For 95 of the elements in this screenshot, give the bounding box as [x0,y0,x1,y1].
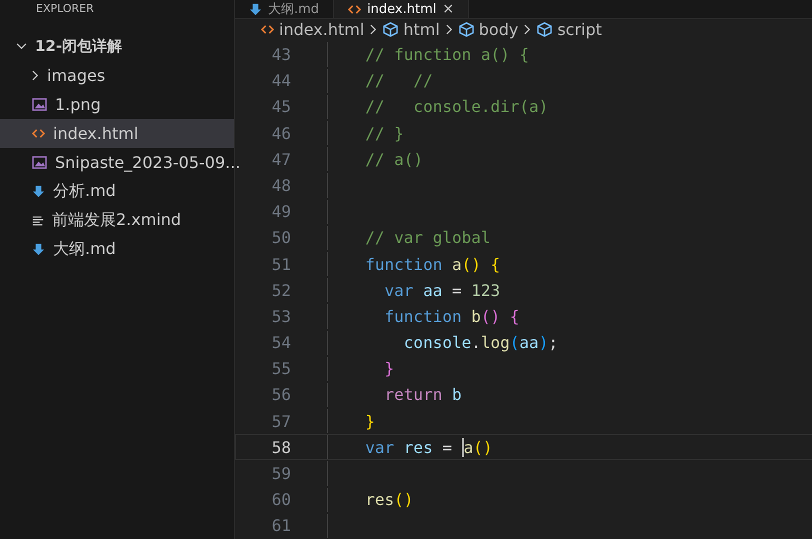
line-number: 55 [270,359,292,378]
file-item[interactable]: 大纲.md [0,235,234,264]
chevron-right-icon [370,24,378,35]
download-arrow-icon [32,243,45,256]
download-arrow-icon [32,185,45,198]
cube-icon [383,22,398,37]
line-number: 49 [270,202,292,222]
code-bracket: ( [510,333,520,352]
code-function-name: res [364,490,394,510]
line-number: 50 [270,228,292,248]
code-punctuation: ; [548,333,558,352]
code-comment: // var global [364,228,490,248]
html-brackets-icon [261,24,274,35]
code-comment: // console.dir(a) [364,97,548,116]
code-function-name: a [452,254,462,274]
line-number: 53 [270,306,292,326]
chevron-right-icon [524,24,532,35]
line-number: 60 [270,490,292,510]
code-punctuation: . [471,333,481,352]
file-item[interactable]: index.html [0,119,234,148]
line-number: 51 [270,254,292,274]
code-bracket: () { [480,306,520,326]
html-brackets-icon [32,128,45,139]
cube-icon [537,22,552,37]
tab-label: index.html [367,2,436,16]
code-variable: aa [423,280,442,300]
code-variable: aa [519,333,539,352]
line-number: 46 [270,124,292,143]
line-number: 44 [270,71,292,90]
folder-item[interactable]: images [0,61,234,90]
image-file-icon [32,156,47,169]
item-label: images [47,66,106,85]
code-keyword: function [384,306,463,326]
line-number: 52 [270,280,292,300]
code-keyword: var [364,438,396,457]
code-bracket: ) [538,333,548,352]
code-keyword: var [384,280,414,300]
code-comment: // // [364,71,433,90]
cube-icon [458,22,474,37]
chevron-right-icon [446,24,453,35]
line-number: 61 [270,516,292,536]
explorer-header: EXPLORER [35,1,95,17]
code-bracket: } [364,412,375,431]
line-number: 47 [270,150,292,169]
file-item[interactable]: 分析.md [0,177,234,206]
code-function-name: log [480,333,510,352]
code-function-name: a [464,438,474,457]
chevron-right-icon [32,70,39,81]
code-bracket: () { [462,254,500,274]
breadcrumb-item[interactable]: body [458,20,518,39]
line-number: 45 [270,97,292,116]
item-label: 1.png [55,95,101,114]
breadcrumb-item[interactable]: index.html [261,20,364,39]
editor-tab[interactable]: index.html × [334,0,470,18]
breadcrumb-item[interactable]: script [537,20,602,39]
html-brackets-icon [348,4,362,14]
lines-icon [32,215,44,226]
chevron-down-icon [16,43,27,50]
item-label: 12-闭包详解 [35,37,122,56]
download-arrow-icon [249,2,262,16]
close-button[interactable]: × [442,1,454,17]
code-bracket: () [473,438,493,457]
line-number: 48 [270,176,292,195]
tab-label: 大纲.md [268,1,320,18]
code-comment: // function a() { [364,45,530,64]
line-number: 59 [270,464,292,484]
code-keyword: function [364,254,444,274]
code-comment: // a() [364,150,424,169]
item-label: 分析.md [53,181,116,202]
code-function-name: b [471,306,481,326]
code-keyword: return [384,385,444,404]
text-cursor [462,438,464,457]
item-label: 大纲.md [53,239,116,260]
code-comment: // } [364,124,404,143]
code-variable: console [402,333,472,352]
line-number: 54 [270,333,292,352]
image-file-icon [32,98,47,111]
line-number: 56 [270,385,292,404]
code-punctuation: = [450,280,463,300]
line-number: 57 [270,412,292,431]
code-number: 123 [471,280,500,300]
line-number: 58 [270,438,292,457]
item-label: index.html [53,124,138,143]
code-variable: res [404,438,433,457]
code-bracket: () [394,490,414,510]
code-variable: b [452,385,462,404]
item-label: 前端发展2.xmind [52,210,182,231]
file-item[interactable]: 前端发展2.xmind [0,206,234,235]
line-number: 43 [270,45,292,64]
breadcrumb-item[interactable]: html [383,20,440,39]
folder-item[interactable]: 12-闭包详解 [0,32,234,61]
code-bracket: } [384,359,394,378]
file-item[interactable]: 1.png [0,90,234,119]
code-punctuation: = [441,438,453,457]
item-label: Snipaste_2023-05-09... [55,153,240,172]
